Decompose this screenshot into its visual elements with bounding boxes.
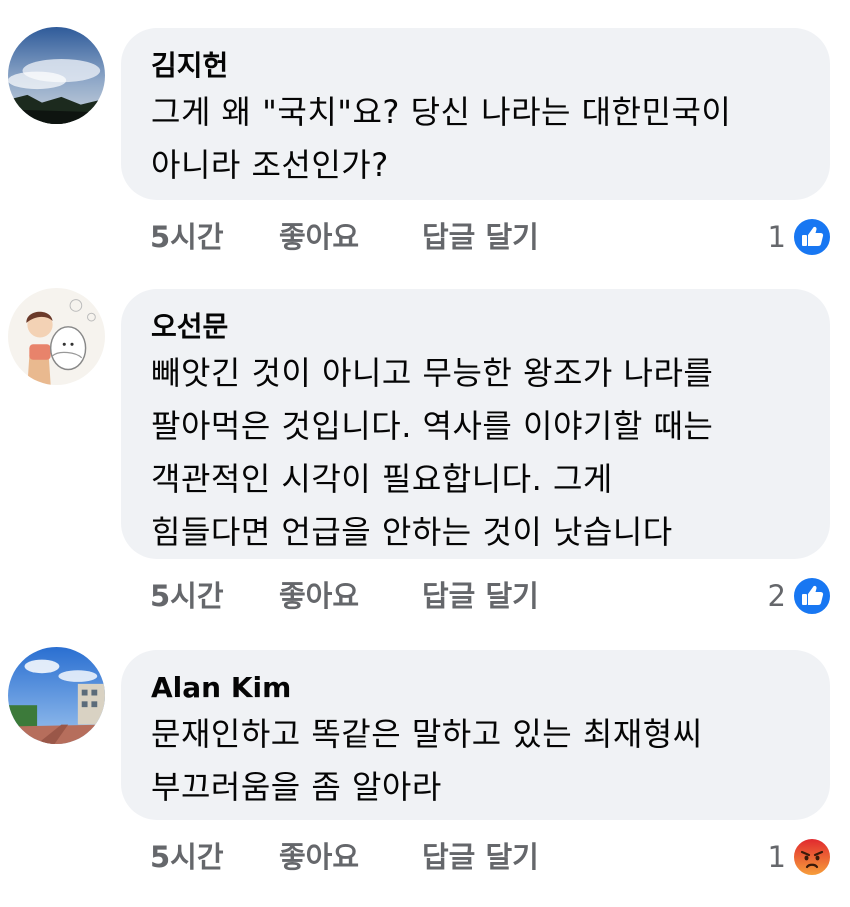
reaction-summary[interactable]: 1 bbox=[768, 835, 832, 879]
angry-icon bbox=[792, 837, 832, 877]
comment-text: 빼앗긴 것이 아니고 무능한 왕조가 나라를 팔아먹은 것입니다. 역사를 이야… bbox=[151, 347, 800, 559]
reply-button[interactable]: 답글 달기 bbox=[422, 215, 539, 259]
avatar-sky-photo bbox=[8, 27, 105, 124]
comment-text-line: 아니라 조선인가? bbox=[151, 146, 389, 184]
comment-text-line: 객관적인 시각이 필요합니다. 그게 bbox=[151, 460, 613, 498]
comment-text: 문재인하고 똑같은 말하고 있는 최재형씨 부끄러움을 좀 알아라 bbox=[151, 708, 800, 814]
avatar[interactable] bbox=[8, 27, 105, 124]
avatar-street-photo bbox=[8, 647, 105, 744]
comment-text-line: 그게 왜 "국치"요? 당신 나라는 대한민국이 bbox=[151, 93, 732, 131]
comment-actions: 5시간 좋아요 답글 달기 1 bbox=[0, 835, 850, 879]
comment-bubble: 오선문 빼앗긴 것이 아니고 무능한 왕조가 나라를 팔아먹은 것입니다. 역사… bbox=[121, 289, 830, 559]
like-icon bbox=[792, 576, 832, 616]
like-button[interactable]: 좋아요 bbox=[279, 835, 359, 879]
comment-text: 그게 왜 "국치"요? 당신 나라는 대한민국이 아니라 조선인가? bbox=[151, 86, 800, 192]
comment-bubble: Alan Kim 문재인하고 똑같은 말하고 있는 최재형씨 부끄러움을 좀 알… bbox=[121, 650, 830, 820]
comment-text-line: 부끄러움을 좀 알아라 bbox=[151, 768, 442, 806]
like-icon bbox=[792, 217, 832, 257]
reaction-count: 1 bbox=[767, 220, 786, 254]
comment-author[interactable]: 오선문 bbox=[151, 307, 800, 347]
avatar-illustration bbox=[8, 288, 105, 385]
reply-button[interactable]: 답글 달기 bbox=[422, 835, 539, 879]
reaction-count: 1 bbox=[767, 840, 786, 874]
comment-text-line: 팔아먹은 것입니다. 역사를 이야기할 때는 bbox=[151, 407, 714, 445]
comment-text-line: 문재인하고 똑같은 말하고 있는 최재형씨 bbox=[151, 715, 703, 753]
reaction-count: 2 bbox=[767, 579, 786, 613]
reply-button[interactable]: 답글 달기 bbox=[422, 574, 539, 618]
avatar[interactable] bbox=[8, 288, 105, 385]
avatar[interactable] bbox=[8, 647, 105, 744]
reaction-summary[interactable]: 1 bbox=[768, 215, 832, 259]
comment-bubble: 김지헌 그게 왜 "국치"요? 당신 나라는 대한민국이 아니라 조선인가? bbox=[121, 28, 830, 200]
comment-timestamp[interactable]: 5시간 bbox=[150, 574, 224, 618]
comment-text-line: 빼앗긴 것이 아니고 무능한 왕조가 나라를 bbox=[151, 354, 714, 392]
comment-actions: 5시간 좋아요 답글 달기 1 bbox=[0, 215, 850, 259]
like-button[interactable]: 좋아요 bbox=[279, 574, 359, 618]
like-button[interactable]: 좋아요 bbox=[279, 215, 359, 259]
comment-timestamp[interactable]: 5시간 bbox=[150, 215, 224, 259]
comment-actions: 5시간 좋아요 답글 달기 2 bbox=[0, 574, 850, 618]
comment-timestamp[interactable]: 5시간 bbox=[150, 835, 224, 879]
comment-author[interactable]: 김지헌 bbox=[151, 46, 800, 86]
comment-author[interactable]: Alan Kim bbox=[151, 668, 800, 708]
comment-text-line: 힘들다면 언급을 안하는 것이 낫습니다 bbox=[151, 513, 673, 551]
reaction-summary[interactable]: 2 bbox=[768, 574, 832, 618]
